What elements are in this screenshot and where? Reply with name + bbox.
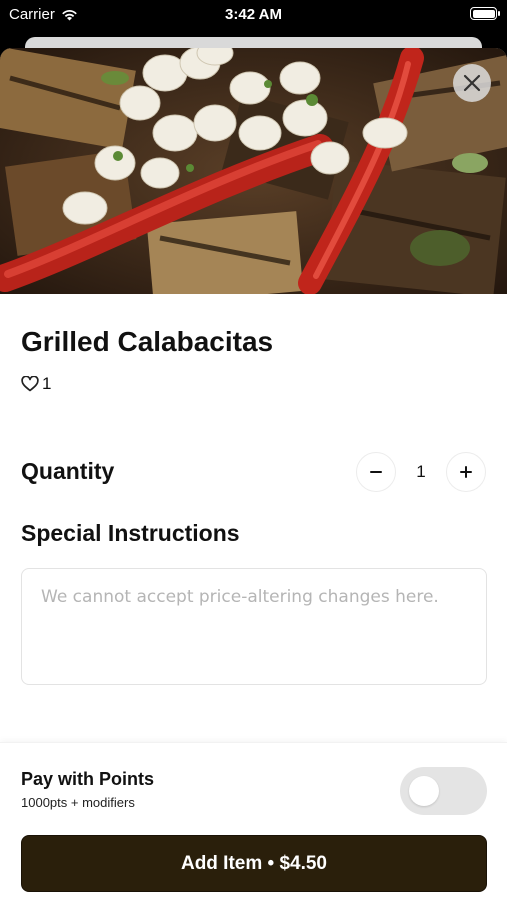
add-item-button[interactable]: Add Item • $4.50 bbox=[21, 835, 487, 892]
heart-icon bbox=[21, 376, 39, 392]
toggle-knob bbox=[409, 776, 439, 806]
item-photo bbox=[0, 48, 507, 294]
like-count: 1 bbox=[42, 374, 52, 393]
minus-icon bbox=[370, 471, 382, 473]
special-instructions-input[interactable] bbox=[21, 568, 487, 685]
food-photo-image bbox=[0, 48, 507, 294]
decrement-quantity-button[interactable] bbox=[356, 452, 396, 492]
close-icon bbox=[463, 74, 481, 92]
special-instructions-label: Special Instructions bbox=[21, 520, 240, 546]
plus-icon bbox=[460, 466, 472, 478]
item-title: Grilled Calabacitas bbox=[21, 326, 274, 357]
battery-icon bbox=[470, 7, 500, 20]
close-button[interactable] bbox=[453, 64, 491, 102]
quantity-label: Quantity bbox=[21, 458, 115, 484]
footer-panel: Pay with Points 1000pts + modifiers Add … bbox=[0, 742, 507, 900]
status-time: 3:42 AM bbox=[225, 6, 282, 23]
points-cost-label: 1000pts + modifiers bbox=[21, 795, 135, 810]
like-button[interactable]: 1 bbox=[21, 374, 51, 394]
status-bar: Carrier 3:42 AM bbox=[0, 0, 507, 30]
item-detail-sheet: Grilled Calabacitas 1 Quantity 1 Special… bbox=[0, 48, 507, 900]
pay-with-points-toggle[interactable] bbox=[400, 767, 487, 815]
quantity-value: 1 bbox=[416, 462, 426, 481]
increment-quantity-button[interactable] bbox=[446, 452, 486, 492]
pay-with-points-label: Pay with Points bbox=[21, 769, 155, 789]
